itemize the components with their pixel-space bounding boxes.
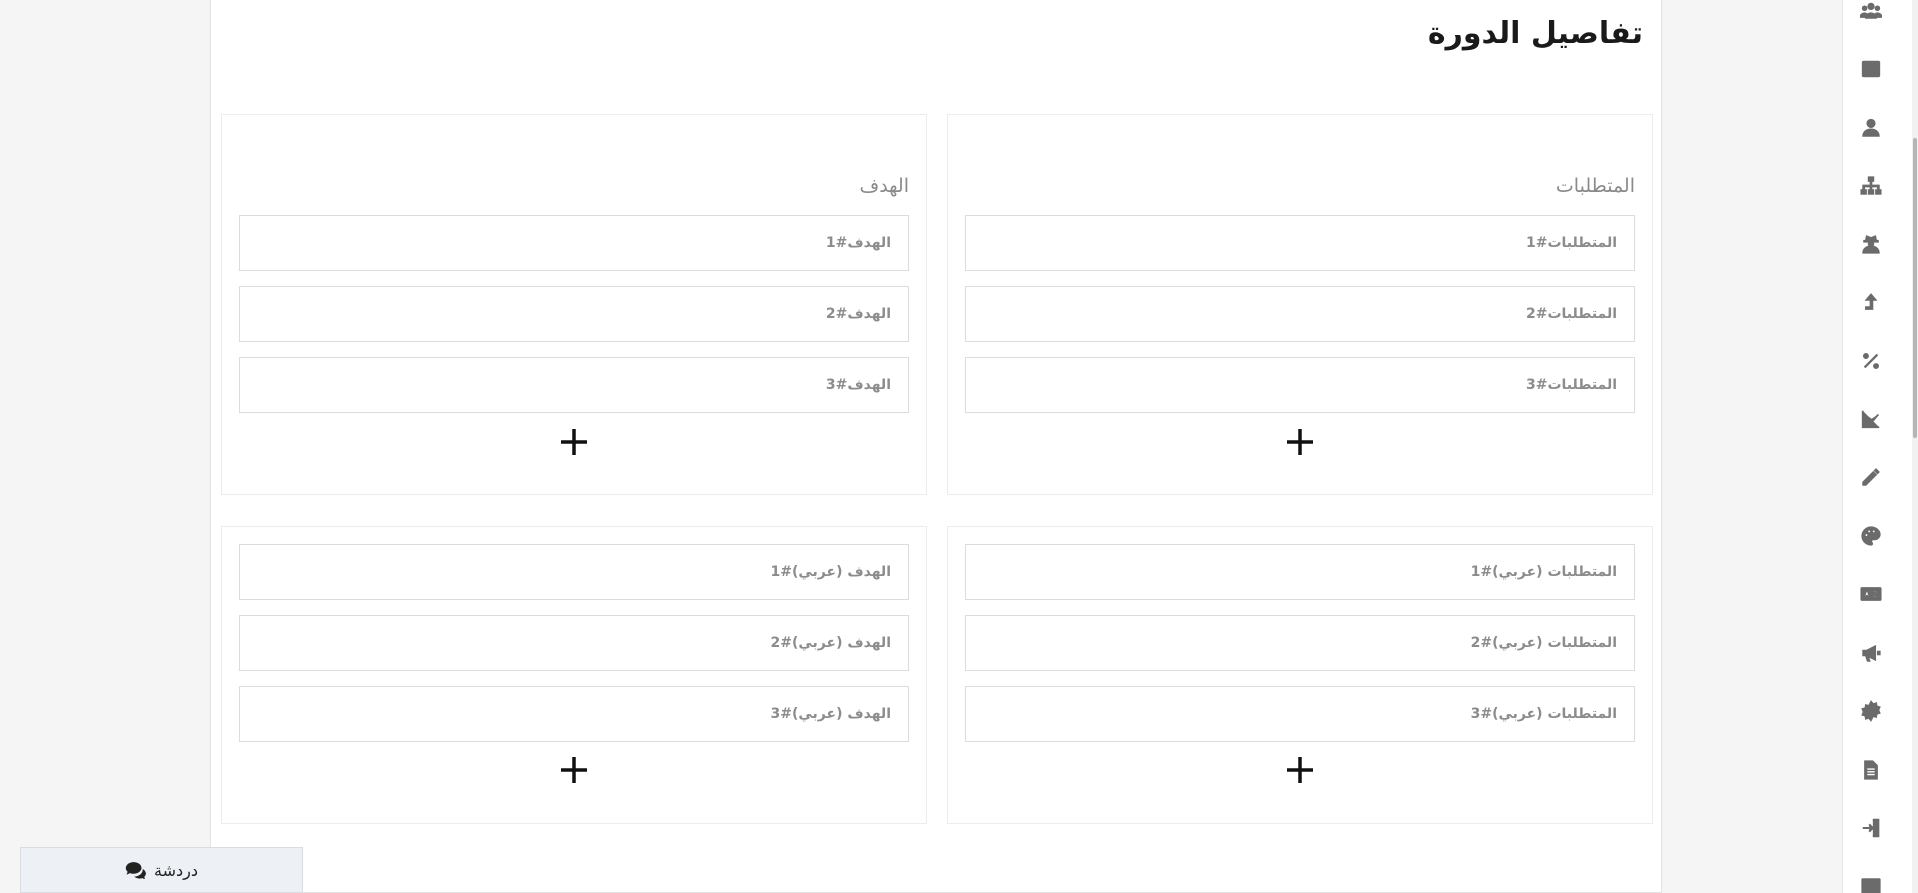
sign-in-icon[interactable] xyxy=(1857,814,1885,842)
objective-field-1[interactable] xyxy=(239,215,909,271)
plus-icon xyxy=(1287,756,1313,783)
plus-icon xyxy=(561,756,587,783)
bullhorn-icon[interactable] xyxy=(1857,639,1885,667)
table-icon[interactable] xyxy=(1857,55,1885,83)
scrollbar-thumb[interactable] xyxy=(1913,138,1917,438)
requirement-arabic-field-1[interactable] xyxy=(965,544,1635,600)
file-icon[interactable] xyxy=(1857,756,1885,784)
add-requirement-button[interactable] xyxy=(1280,423,1320,463)
user-tie-icon[interactable] xyxy=(1857,114,1885,142)
plus-icon xyxy=(1287,428,1313,455)
requirement-field-1[interactable] xyxy=(965,215,1635,271)
objectives-label: الهدف xyxy=(859,175,910,197)
icon-sidebar xyxy=(1842,0,1918,893)
page-title: تفاصيل الدورة xyxy=(1427,16,1643,51)
certificate-icon[interactable] xyxy=(1857,697,1885,725)
add-objective-button[interactable] xyxy=(554,423,594,463)
requirement-arabic-field-3[interactable] xyxy=(965,686,1635,742)
sitemap-icon[interactable] xyxy=(1857,172,1885,200)
id-card-icon[interactable] xyxy=(1857,872,1885,893)
objective-arabic-field-1[interactable] xyxy=(239,544,909,600)
add-objective-arabic-button[interactable] xyxy=(554,751,594,791)
level-up-icon[interactable] xyxy=(1857,289,1885,317)
requirements-label: المتطلبات xyxy=(1555,175,1635,197)
objectives-arabic-panel xyxy=(221,526,927,824)
requirement-field-2[interactable] xyxy=(965,286,1635,342)
course-details-card: تفاصيل الدورة المتطلبات الهدف xyxy=(210,0,1662,893)
chat-label: دردشة xyxy=(154,860,198,880)
palette-icon[interactable] xyxy=(1857,522,1885,550)
chat-button[interactable]: دردشة xyxy=(20,847,303,893)
add-requirement-arabic-button[interactable] xyxy=(1280,751,1320,791)
plus-icon xyxy=(561,428,587,455)
objective-field-2[interactable] xyxy=(239,286,909,342)
objectives-panel: الهدف xyxy=(221,114,927,495)
pencil-icon[interactable] xyxy=(1857,463,1885,491)
requirements-panel: المتطلبات xyxy=(947,114,1653,495)
objective-arabic-field-2[interactable] xyxy=(239,615,909,671)
objective-arabic-field-3[interactable] xyxy=(239,686,909,742)
requirement-arabic-field-2[interactable] xyxy=(965,615,1635,671)
comments-icon xyxy=(125,862,146,879)
chart-line-icon[interactable] xyxy=(1857,405,1885,433)
requirements-arabic-panel xyxy=(947,526,1653,824)
user-secret-icon[interactable] xyxy=(1857,230,1885,258)
objective-field-3[interactable] xyxy=(239,357,909,413)
percent-icon[interactable] xyxy=(1857,347,1885,375)
language-icon[interactable] xyxy=(1857,580,1885,608)
users-icon[interactable] xyxy=(1857,0,1885,25)
scrollbar-track[interactable] xyxy=(1912,0,1918,893)
requirement-field-3[interactable] xyxy=(965,357,1635,413)
